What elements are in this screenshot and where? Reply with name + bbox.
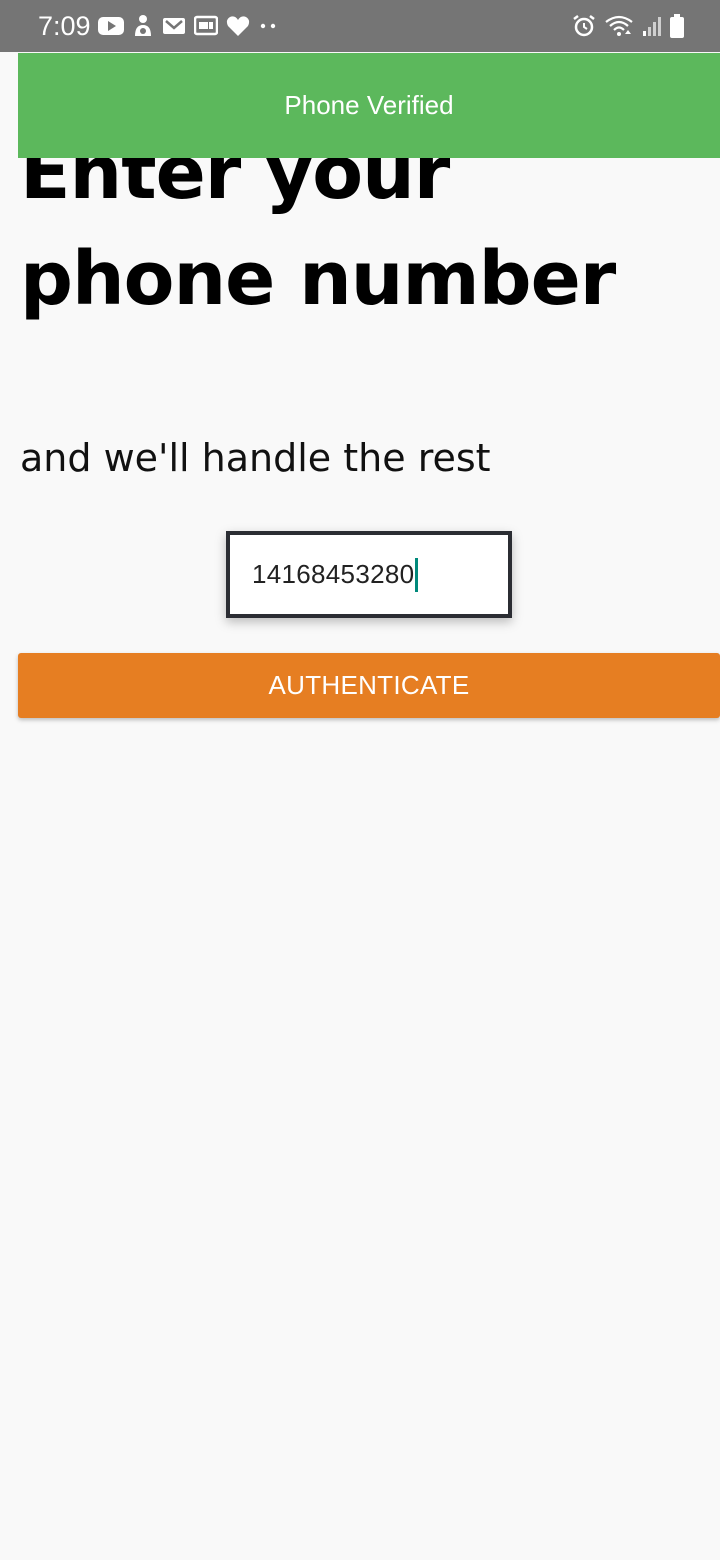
wallet-icon bbox=[194, 15, 218, 37]
alarm-icon bbox=[572, 14, 596, 38]
heart-icon bbox=[226, 15, 250, 37]
authenticate-button[interactable]: AUTHENTICATE bbox=[18, 653, 720, 718]
toast-message: Phone Verified bbox=[284, 90, 454, 120]
more-dots-icon bbox=[258, 21, 278, 31]
notification-icons bbox=[98, 12, 278, 40]
wifi-icon bbox=[604, 14, 634, 38]
app-icon bbox=[132, 14, 154, 38]
text-cursor bbox=[415, 557, 419, 592]
system-status-icons bbox=[572, 12, 684, 40]
gmail-icon bbox=[162, 16, 186, 36]
app-screen: 7:09 Enter your phone number and we'll h… bbox=[0, 0, 720, 1560]
page-subtitle: and we'll handle the rest bbox=[20, 436, 491, 480]
phone-number-input[interactable]: 14168453280 bbox=[226, 531, 512, 618]
phone-verified-toast: Phone Verified bbox=[18, 53, 720, 158]
status-time: 7:09 bbox=[38, 11, 91, 41]
phone-number-value[interactable]: 14168453280 bbox=[252, 559, 414, 590]
status-bar: 7:09 bbox=[0, 0, 720, 52]
youtube-icon bbox=[98, 16, 124, 36]
signal-icon bbox=[642, 15, 662, 37]
battery-icon bbox=[670, 14, 684, 38]
